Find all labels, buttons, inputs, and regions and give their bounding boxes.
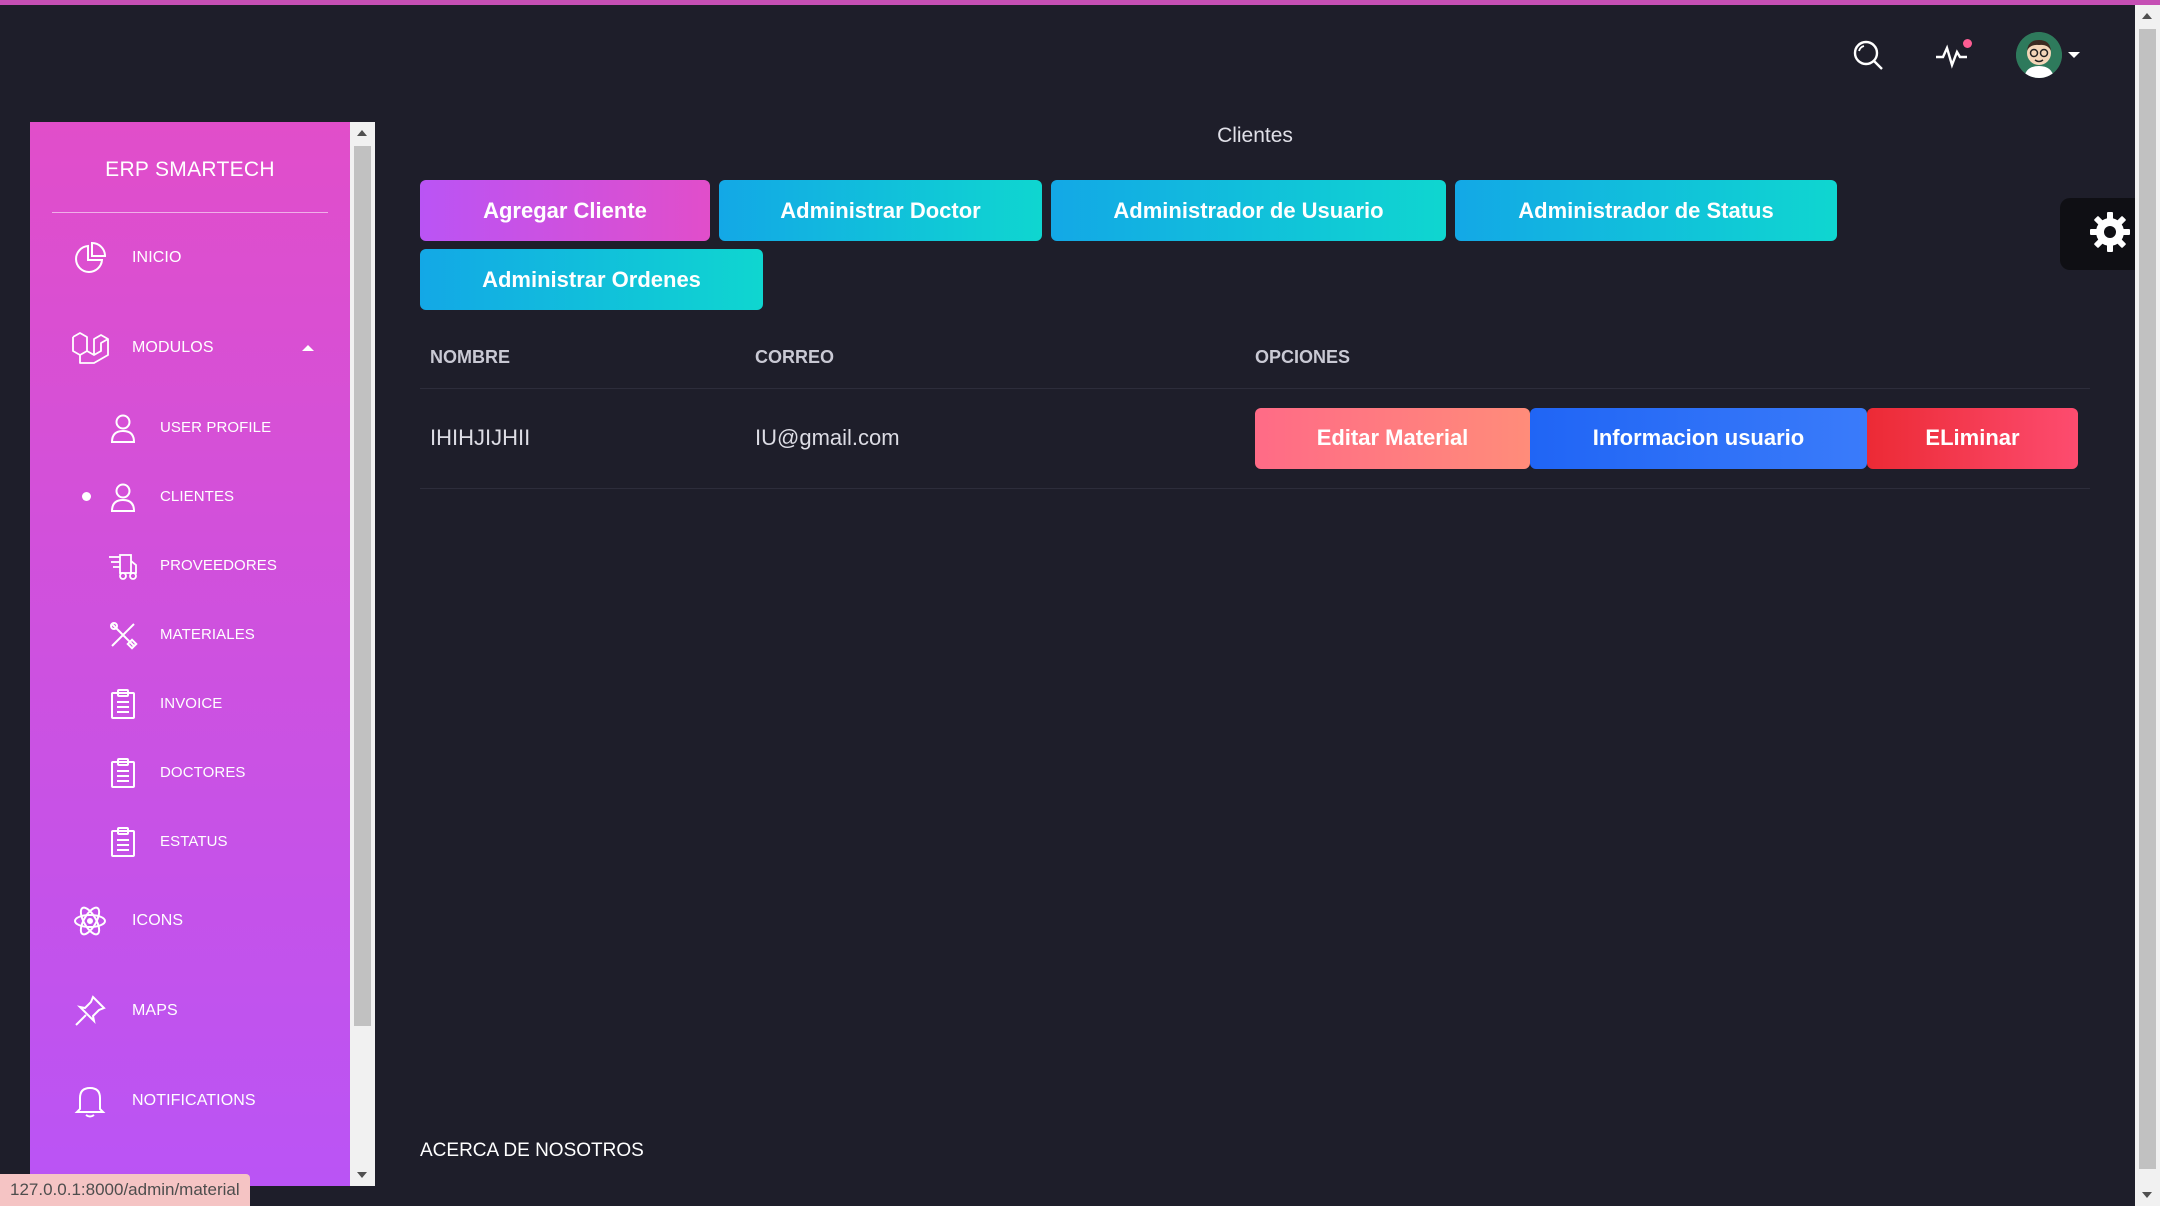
sidebar-item-label: NOTIFICATIONS: [132, 1092, 256, 1109]
user-info-button[interactable]: Informacion usuario: [1530, 407, 1867, 469]
sidebar-item-doctores[interactable]: DOCTORES: [30, 738, 350, 807]
chart-pie-icon: [70, 238, 110, 278]
gear-icon: [2088, 210, 2132, 259]
sidebar-item-label: PROVEEDORES: [160, 557, 277, 574]
cell-correo: IU@gmail.com: [745, 388, 1245, 489]
sidebar-item-label: DOCTORES: [160, 764, 246, 781]
cell-opciones: Editar Material Informacion usuario ELim…: [1245, 388, 2090, 489]
paper-icon: [106, 687, 140, 721]
user-menu-dropdown[interactable]: [2016, 32, 2080, 78]
status-bar-url: 127.0.0.1:8000/admin/material: [0, 1174, 250, 1206]
user-icon: [106, 480, 140, 514]
sidebar-scrollbar[interactable]: [350, 122, 375, 1186]
row-actions: Editar Material Informacion usuario ELim…: [1255, 407, 2090, 469]
page-title: Clientes: [1217, 124, 1293, 147]
search-icon[interactable]: [1848, 35, 1888, 75]
action-buttons: Agregar Cliente Administrar Doctor Admin…: [420, 180, 2000, 310]
active-indicator-dot: [82, 492, 91, 501]
sidebar-item-label: INICIO: [132, 249, 182, 266]
user-icon: [106, 411, 140, 445]
sidebar-item-materiales[interactable]: MATERIALES: [30, 600, 350, 669]
edit-material-button[interactable]: Editar Material: [1255, 407, 1530, 469]
pin-icon: [70, 991, 110, 1031]
sidebar-item-modulos[interactable]: MODULOS: [30, 303, 350, 393]
manage-doctor-button[interactable]: Administrar Doctor: [719, 180, 1042, 241]
sidebar-item-label: MAPS: [132, 1002, 178, 1019]
sidebar-item-label: ICONS: [132, 912, 184, 929]
sidebar-item-user-profile[interactable]: USER PROFILE: [30, 393, 350, 462]
bell-icon: [70, 1081, 110, 1121]
main-content: Clientes Agregar Cliente Administrar Doc…: [420, 120, 2090, 489]
laravel-icon: [70, 328, 110, 368]
scroll-down-arrow-icon[interactable]: [357, 1172, 367, 1178]
cell-nombre: IHIHJIJHII: [420, 388, 745, 489]
sidebar-item-clientes[interactable]: CLIENTES: [30, 462, 350, 531]
sidebar-item-icons[interactable]: ICONS: [30, 876, 350, 966]
sidebar-item-estatus[interactable]: ESTATUS: [30, 807, 350, 876]
page-scrollbar[interactable]: [2135, 5, 2160, 1206]
tools-icon: [106, 618, 140, 652]
chevron-down-icon: [2068, 52, 2080, 58]
sidebar-item-inicio[interactable]: INICIO: [30, 213, 350, 303]
sidebar: ERP SMARTECH INICIO MODULOS USER PROFILE…: [30, 122, 350, 1186]
manage-status-button[interactable]: Administrador de Status: [1455, 180, 1837, 241]
delete-button[interactable]: ELiminar: [1867, 407, 2078, 469]
sidebar-item-invoice[interactable]: INVOICE: [30, 669, 350, 738]
sidebar-item-notifications[interactable]: NOTIFICATIONS: [30, 1056, 350, 1146]
top-accent-line: [0, 0, 2160, 5]
top-navbar: [1848, 30, 2080, 80]
notifications-pulse-icon[interactable]: [1932, 35, 1972, 75]
sidebar-item-maps[interactable]: MAPS: [30, 966, 350, 1056]
sidebar-item-label: ESTATUS: [160, 833, 228, 850]
notification-dot: [1963, 39, 1972, 48]
sidebar-item-label: INVOICE: [160, 695, 223, 712]
brand-logo-text[interactable]: ERP SMARTECH: [30, 122, 350, 212]
atom-icon: [70, 901, 110, 941]
column-header-nombre: NOMBRE: [420, 328, 745, 389]
table-row: IHIHJIJHII IU@gmail.com Editar Material …: [420, 388, 2090, 489]
scroll-down-arrow-icon[interactable]: [2142, 1192, 2152, 1198]
sidebar-item-label: MATERIALES: [160, 626, 255, 643]
sidebar-item-label: MODULOS: [132, 339, 214, 356]
scroll-up-arrow-icon[interactable]: [2142, 13, 2152, 19]
sidebar-item-label: CLIENTES: [160, 488, 235, 505]
scroll-up-arrow-icon[interactable]: [357, 130, 367, 136]
manage-orders-button[interactable]: Administrar Ordenes: [420, 249, 763, 310]
sidebar-nav: INICIO MODULOS USER PROFILE CLIENTES PRO…: [30, 213, 350, 1146]
sidebar-scrollbar-thumb[interactable]: [354, 146, 371, 1026]
page-scrollbar-thumb[interactable]: [2139, 29, 2156, 1169]
paper-icon: [106, 825, 140, 859]
footer-about-link[interactable]: ACERCA DE NOSOTROS: [420, 1140, 644, 1162]
sidebar-item-proveedores[interactable]: PROVEEDORES: [30, 531, 350, 600]
manage-users-button[interactable]: Administrador de Usuario: [1051, 180, 1446, 241]
avatar: [2016, 32, 2062, 78]
add-client-button[interactable]: Agregar Cliente: [420, 180, 710, 241]
delivery-fast-icon: [106, 549, 140, 583]
column-header-opciones: OPCIONES: [1245, 328, 2090, 389]
chevron-up-icon: [302, 345, 314, 351]
clients-table: NOMBRE CORREO OPCIONES IHIHJIJHII IU@gma…: [420, 328, 2090, 489]
sidebar-item-label: USER PROFILE: [160, 419, 272, 436]
column-header-correo: CORREO: [745, 328, 1245, 389]
paper-icon: [106, 756, 140, 790]
table-header-row: NOMBRE CORREO OPCIONES: [420, 328, 2090, 389]
